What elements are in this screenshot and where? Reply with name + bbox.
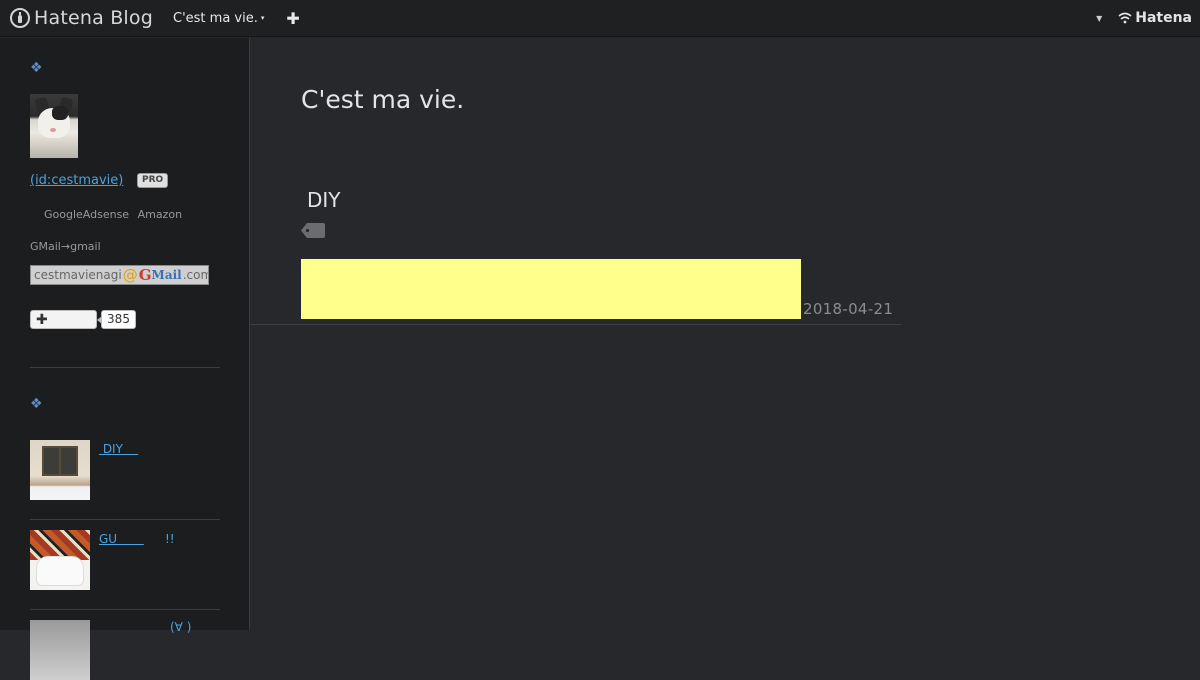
recent-entry: DIY <box>30 440 220 500</box>
thumbnail-window <box>42 446 78 476</box>
entry-divider <box>251 324 901 325</box>
entry-title-link[interactable]: (∀ ) <box>170 620 191 634</box>
entry-title-highlight-link[interactable] <box>301 259 801 319</box>
entry-title-suffix: !! <box>165 532 175 546</box>
email-user: cestmavienagi <box>34 268 122 282</box>
blog-switcher-label: C'est ma vie. <box>173 10 258 26</box>
entry-title-link[interactable]: DIY <box>99 442 138 456</box>
new-entry-button[interactable]: ✚ <box>286 9 299 28</box>
navbar-right: ▼ Hatena <box>1096 10 1200 26</box>
gmail-logo-mail: Mail <box>151 268 182 282</box>
main-content: C'est ma vie. DIY 2018-04-21 <box>251 38 1200 630</box>
sidebar-divider <box>30 609 220 610</box>
hatena-logo-link[interactable]: Hatena <box>1118 10 1192 26</box>
caret-down-icon: ▾ <box>260 14 265 22</box>
category-title: DIY <box>307 188 341 212</box>
hatena-bottle-icon <box>10 8 30 28</box>
ad-links: GoogleAdsense Amazon <box>44 208 187 221</box>
recent-entry: (∀ ) <box>30 620 220 680</box>
ad-link-amazon[interactable]: Amazon <box>138 208 182 221</box>
plus-icon: ✚ <box>36 312 48 328</box>
sidebar: ❖ (id:cestmavie) PRO GoogleAdsense Amazo… <box>0 38 250 680</box>
entry-thumbnail[interactable] <box>30 530 90 590</box>
hatena-blog-brand-link[interactable]: Hatena Blog <box>10 7 153 29</box>
entry-thumbnail[interactable] <box>30 440 90 500</box>
entry-date: 2018-04-21 <box>803 300 894 318</box>
thumbnail-bag <box>36 556 84 586</box>
gmail-logo-g: G <box>138 266 152 284</box>
profile-heading-icon: ❖ <box>30 60 43 76</box>
email-at: @ <box>122 266 138 284</box>
sidebar-divider <box>30 367 220 368</box>
user-id-link[interactable]: (id:cestmavie) <box>30 173 123 188</box>
user-menu-caret-icon[interactable]: ▼ <box>1096 14 1102 23</box>
recent-entry: GU !! <box>30 530 220 590</box>
entry-title-text: GU <box>99 532 144 546</box>
avatar[interactable] <box>30 94 78 158</box>
avatar-cat-nose <box>50 128 56 132</box>
avatar-cat-patch <box>52 106 68 120</box>
top-navbar: Hatena Blog C'est ma vie. ▾ ✚ ▼ Hatena <box>0 0 1200 37</box>
hatena-wifi-icon <box>1118 12 1132 24</box>
blog-switcher-dropdown[interactable]: C'est ma vie. ▾ <box>173 11 264 26</box>
sidebar-divider <box>30 519 220 520</box>
email-address-image: cestmavienagi @ G Mail .com <box>30 265 209 285</box>
hatena-logo-text: Hatena <box>1135 10 1192 26</box>
tag-icon[interactable] <box>301 223 325 238</box>
pro-badge: PRO <box>137 173 169 188</box>
email-domain: .com <box>182 268 208 282</box>
follower-count[interactable]: 385 <box>97 310 136 329</box>
recent-entries-heading-icon: ❖ <box>30 396 43 412</box>
entry-title-link[interactable]: GU <box>99 532 144 546</box>
brand-text: Hatena Blog <box>34 7 153 29</box>
entry-thumbnail[interactable] <box>30 620 90 680</box>
follow-button[interactable]: ✚ <box>30 310 97 329</box>
blog-title[interactable]: C'est ma vie. <box>301 85 464 114</box>
entry-title-text: DIY <box>99 442 139 456</box>
ad-link-googleadsense[interactable]: GoogleAdsense <box>44 208 129 221</box>
gmail-note: GMail→gmail <box>30 240 101 253</box>
